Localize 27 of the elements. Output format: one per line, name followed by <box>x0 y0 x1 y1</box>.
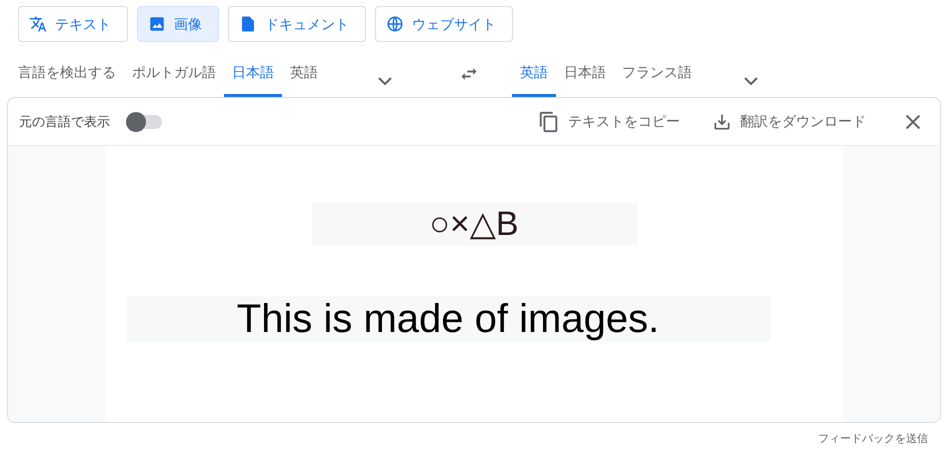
language-tab[interactable]: 日本語 <box>224 52 282 96</box>
language-tab[interactable]: 日本語 <box>556 52 614 96</box>
translated-text: ○×△B <box>312 202 636 246</box>
globe-icon <box>386 15 404 33</box>
copy-text-button[interactable]: テキストをコピー <box>530 106 688 136</box>
show-original-label: 元の言語で表示 <box>19 112 110 131</box>
language-tab[interactable]: 言語を検出する <box>10 52 124 96</box>
chevron-down-icon <box>744 76 758 84</box>
document-icon <box>239 15 257 33</box>
language-tab[interactable]: 英語 <box>282 52 326 96</box>
mode-tab[interactable]: ウェブサイト <box>375 6 513 42</box>
download-translation-button[interactable]: 翻訳をダウンロード <box>704 107 874 136</box>
chevron-down-icon <box>378 76 392 84</box>
image-icon <box>148 15 166 33</box>
send-feedback-link[interactable]: フィードバックを送信 <box>818 431 928 448</box>
download-icon <box>712 112 732 132</box>
mode-tab[interactable]: 画像 <box>137 6 219 42</box>
toggle-switch[interactable] <box>126 114 162 128</box>
copy-icon <box>538 110 560 132</box>
language-tab[interactable]: フランス語 <box>614 52 700 96</box>
language-tab[interactable]: 英語 <box>512 52 556 96</box>
language-tab[interactable]: ポルトガル語 <box>124 52 224 96</box>
translated-text: This is made of images. <box>126 296 770 342</box>
translate-icon <box>29 15 47 33</box>
mode-tab[interactable]: ドキュメント <box>228 6 366 42</box>
toggle-knob <box>126 112 146 132</box>
mode-tab[interactable]: テキスト <box>18 6 128 42</box>
